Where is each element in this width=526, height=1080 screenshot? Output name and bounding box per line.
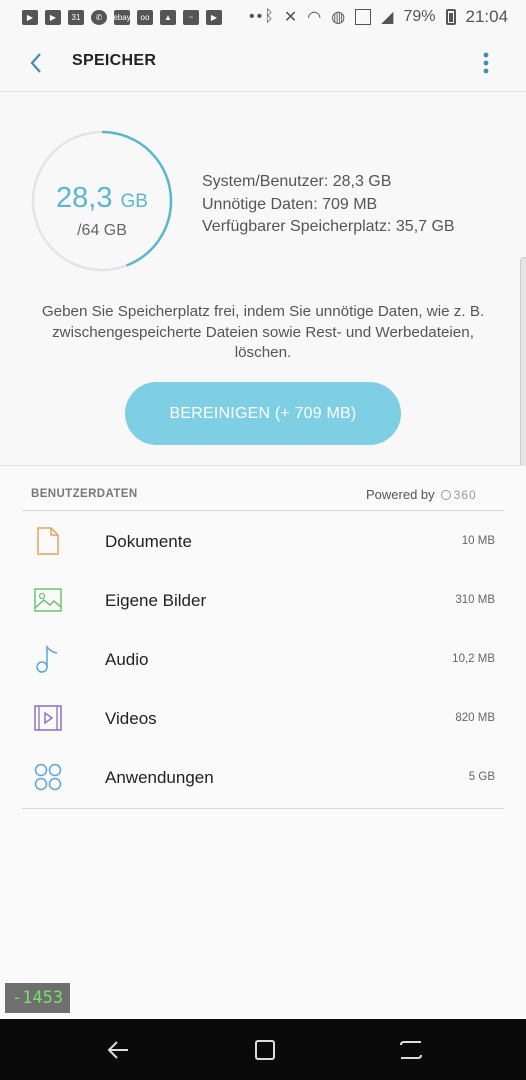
item-label: Videos (105, 709, 157, 728)
page-title: SPEICHER (72, 52, 157, 69)
unnecessary-data-stat: Unnötige Daten: 709 MB (202, 195, 378, 213)
item-label: Anwendungen (105, 768, 214, 787)
total-storage: /64 GB (77, 222, 127, 239)
list-item-images[interactable]: Eigene Bilder 310 MB (22, 571, 504, 630)
list-end-divider (22, 808, 504, 809)
home-square-icon (255, 1040, 275, 1060)
item-label: Dokumente (105, 532, 192, 551)
video-icon (34, 705, 62, 731)
used-unit: GB (120, 191, 148, 212)
section-heading: BENUTZERDATEN (31, 488, 138, 500)
item-size: 10,2 MB (452, 653, 495, 665)
header-divider (0, 91, 526, 92)
ebay-icon: ebay (113, 9, 131, 25)
powered-by-label: Powered by (366, 487, 435, 502)
data-saver-icon: ◍ (331, 9, 346, 26)
more-options-button[interactable] (474, 48, 498, 78)
item-size: 5 GB (468, 771, 495, 783)
nav-recents-button[interactable] (396, 1035, 426, 1065)
status-bar: ▶ ▶ 31 ✆ ebay oo ▲ ~ ▶ •• ᛒ ✕ ◠ ◍ ◢ 79% … (0, 0, 526, 34)
available-space-stat: Verfügbarer Speicherplatz: 35,7 GB (202, 218, 455, 235)
overlay-counter-badge: -1453 (5, 983, 70, 1013)
list-item-documents[interactable]: Dokumente 10 MB (22, 512, 504, 571)
brand-360-label: 360 (453, 487, 477, 502)
signal-strength-icon: ◢ (381, 9, 394, 26)
clean-button[interactable]: BEREINIGEN (+ 709 MB) (125, 382, 401, 445)
cleanup-description: Geben Sie Speicherplatz frei, indem Sie … (41, 303, 485, 361)
battery-percent: 79% (403, 8, 436, 25)
item-label: Eigene Bilder (105, 591, 207, 610)
youtube-icon: ▶ (22, 9, 38, 25)
list-item-audio[interactable]: Audio 10,2 MB (22, 630, 504, 689)
app-bar: SPEICHER (0, 34, 526, 90)
system-user-stat: System/Benutzer: 28,3 GB (202, 173, 392, 190)
powered-by: Powered by 360 (366, 487, 477, 502)
document-icon (37, 527, 59, 555)
voicemail-icon: oo (137, 9, 153, 25)
wifi-icon: ◠ (307, 9, 322, 26)
nav-back-button[interactable] (103, 1035, 133, 1065)
mute-icon: ✕ (283, 9, 298, 26)
item-size: 820 MB (455, 712, 495, 724)
music-note-icon (36, 644, 58, 673)
list-item-apps[interactable]: Anwendungen 5 GB (22, 748, 504, 807)
more-notifications-icon: •• (249, 8, 265, 25)
back-arrow-icon (107, 1041, 128, 1059)
list-item-videos[interactable]: Videos 820 MB (22, 689, 504, 748)
used-storage-value: 28,3 GB (31, 182, 173, 215)
brand-360-logo: 360 (440, 487, 477, 502)
signal-icon (355, 9, 372, 25)
whatsapp-icon: ✆ (91, 9, 107, 25)
section-divider (22, 510, 504, 511)
brand-360-icon (440, 489, 451, 500)
image-icon: ▲ (160, 9, 176, 25)
notification-icons: ▶ ▶ 31 ✆ ebay oo ▲ ~ ▶ •• (22, 8, 264, 26)
storage-stats: System/Benutzer: 28,3 GB Unnötige Daten:… (202, 171, 455, 239)
item-label: Audio (105, 650, 149, 669)
more-vertical-icon (483, 52, 489, 74)
recents-icon (400, 1041, 422, 1059)
item-size: 310 MB (455, 594, 495, 606)
calendar-icon: 31 (68, 9, 84, 25)
clock: 21:04 (465, 7, 509, 26)
battery-icon (445, 9, 456, 25)
nav-home-button[interactable] (250, 1035, 280, 1065)
navigation-bar (0, 1019, 526, 1080)
apps-icon (34, 763, 62, 791)
chevron-left-icon (30, 53, 41, 73)
used-value: 28,3 (56, 182, 113, 214)
youtube-icon: ▶ (206, 9, 222, 25)
scrollbar[interactable] (520, 257, 526, 475)
image-icon (34, 588, 62, 612)
activity-icon: ~ (183, 9, 199, 25)
youtube-icon: ▶ (45, 9, 61, 25)
item-size: 10 MB (461, 535, 495, 547)
bluetooth-icon: ᛒ (264, 8, 274, 25)
back-button[interactable] (25, 49, 49, 77)
